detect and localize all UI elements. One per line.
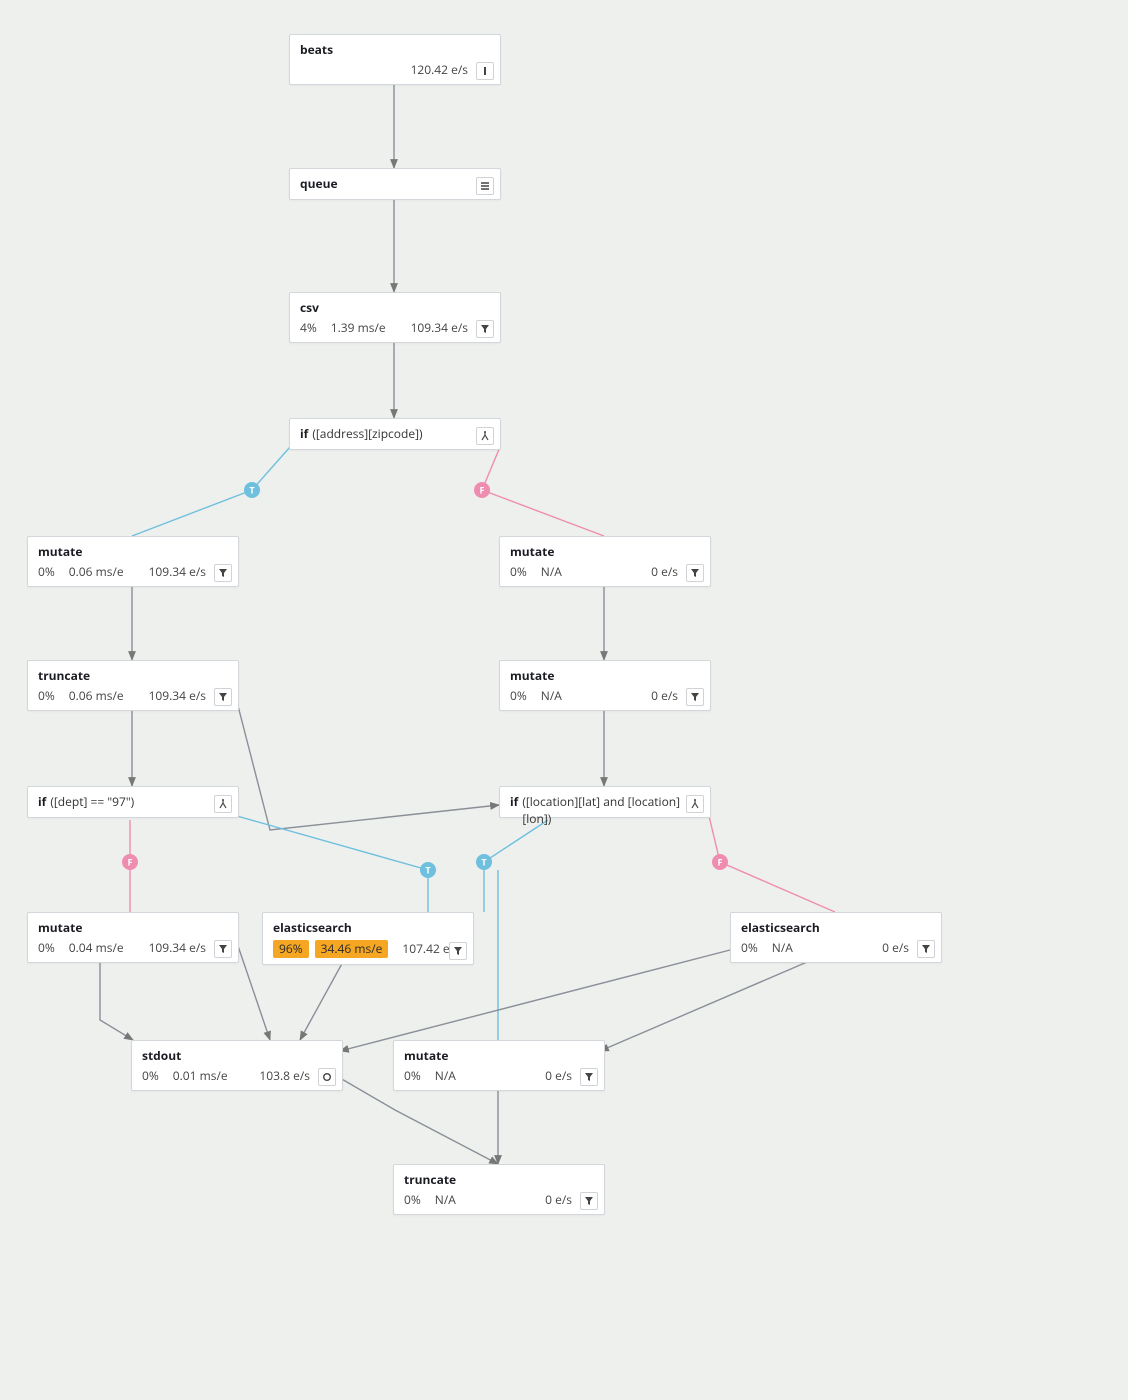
node-title: csv (300, 299, 319, 316)
metric-rate: 103.8 e/s (259, 1068, 310, 1084)
output-icon (318, 1068, 336, 1086)
branch-icon (214, 795, 232, 813)
metric-rate: 120.42 e/s (411, 62, 468, 78)
node-elasticsearch-hot[interactable]: elasticsearch 96% 34.46 ms/e 107.42 e/s (262, 912, 474, 965)
metric-lat: 0.04 ms/e (69, 940, 124, 956)
node-title: mutate (38, 919, 82, 936)
metric-rate: 109.34 e/s (411, 320, 468, 336)
metric-lat: N/A (541, 564, 562, 580)
metric-lat: 0.06 ms/e (69, 564, 124, 580)
metric-pct: 4% (300, 320, 317, 336)
filter-icon (449, 942, 467, 960)
node-truncate-left[interactable]: truncate 0% 0.06 ms/e 109.34 e/s (27, 660, 239, 711)
node-mutate-right[interactable]: mutate 0% N/A 0 e/s (499, 536, 711, 587)
metric-pct: 0% (510, 564, 527, 580)
metric-rate: 0 e/s (882, 940, 909, 956)
node-condition: ([dept] == "97") (50, 793, 134, 810)
svg-text:F: F (718, 856, 723, 869)
metric-lat: 0.01 ms/e (173, 1068, 228, 1084)
metric-pct: 96% (273, 940, 309, 958)
metric-rate: 0 e/s (651, 688, 678, 704)
node-title: if (300, 425, 308, 442)
svg-text:F: F (128, 856, 133, 869)
branch-icon (476, 427, 494, 445)
node-title: if (510, 793, 518, 810)
metric-rate: 109.34 e/s (149, 688, 206, 704)
metric-rate: 0 e/s (651, 564, 678, 580)
node-mutate-bottom[interactable]: mutate 0% N/A 0 e/s (393, 1040, 605, 1091)
svg-text:T: T (249, 484, 255, 497)
metric-rate: 0 e/s (545, 1068, 572, 1084)
node-title: queue (300, 175, 338, 192)
node-stdout[interactable]: stdout 0% 0.01 ms/e 103.8 e/s (131, 1040, 343, 1091)
node-title: beats (300, 41, 333, 58)
node-if-location[interactable]: if ([location][lat] and [location][lon]) (499, 786, 711, 818)
filter-icon (214, 688, 232, 706)
node-mutate-left[interactable]: mutate 0% 0.06 ms/e 109.34 e/s (27, 536, 239, 587)
node-title: elasticsearch (273, 919, 352, 936)
metric-rate: 109.34 e/s (149, 940, 206, 956)
node-title: truncate (404, 1171, 456, 1188)
node-mutate-bottomleft[interactable]: mutate 0% 0.04 ms/e 109.34 e/s (27, 912, 239, 963)
node-title: mutate (510, 543, 554, 560)
metric-pct: 0% (404, 1068, 421, 1084)
node-elasticsearch[interactable]: elasticsearch 0% N/A 0 e/s (730, 912, 942, 963)
metric-pct: 0% (142, 1068, 159, 1084)
node-title: mutate (404, 1047, 448, 1064)
node-condition: ([address][zipcode]) (312, 425, 422, 442)
input-icon (476, 62, 494, 80)
filter-icon (686, 688, 704, 706)
node-mutate-right2[interactable]: mutate 0% N/A 0 e/s (499, 660, 711, 711)
metric-pct: 0% (38, 564, 55, 580)
node-title: mutate (510, 667, 554, 684)
node-title: if (38, 793, 46, 810)
queue-icon (476, 177, 494, 195)
metric-lat: 1.39 ms/e (331, 320, 386, 336)
metric-lat: N/A (541, 688, 562, 704)
svg-text:T: T (481, 856, 487, 869)
node-if-dept[interactable]: if ([dept] == "97") (27, 786, 239, 818)
metric-lat: N/A (435, 1192, 456, 1208)
node-title: mutate (38, 543, 82, 560)
svg-text:F: F (480, 484, 485, 497)
metric-rate: 0 e/s (545, 1192, 572, 1208)
filter-icon (214, 564, 232, 582)
branch-icon (686, 795, 704, 813)
metric-lat: N/A (772, 940, 793, 956)
node-title: elasticsearch (741, 919, 820, 936)
node-truncate-bottom[interactable]: truncate 0% N/A 0 e/s (393, 1164, 605, 1215)
filter-icon (917, 940, 935, 958)
metric-lat: 34.46 ms/e (315, 940, 389, 958)
metric-pct: 0% (404, 1192, 421, 1208)
metric-pct: 0% (741, 940, 758, 956)
filter-icon (476, 320, 494, 338)
metric-pct: 0% (38, 940, 55, 956)
filter-icon (214, 940, 232, 958)
metric-pct: 0% (510, 688, 527, 704)
metric-lat: N/A (435, 1068, 456, 1084)
node-beats[interactable]: beats 120.42 e/s (289, 34, 501, 85)
filter-icon (686, 564, 704, 582)
metric-pct: 0% (38, 688, 55, 704)
node-queue[interactable]: queue (289, 168, 501, 200)
svg-text:T: T (425, 864, 431, 877)
metric-lat: 0.06 ms/e (69, 688, 124, 704)
node-title: truncate (38, 667, 90, 684)
node-csv[interactable]: csv 4% 1.39 ms/e 109.34 e/s (289, 292, 501, 343)
node-title: stdout (142, 1047, 181, 1064)
filter-icon (580, 1192, 598, 1210)
node-condition: ([location][lat] and [location][lon]) (522, 793, 702, 827)
metric-rate: 109.34 e/s (149, 564, 206, 580)
filter-icon (580, 1068, 598, 1086)
node-if-zip[interactable]: if ([address][zipcode]) (289, 418, 501, 450)
pipeline-diagram: T F F T T F beats 120.42 e/s queue csv 4… (0, 0, 1128, 1400)
